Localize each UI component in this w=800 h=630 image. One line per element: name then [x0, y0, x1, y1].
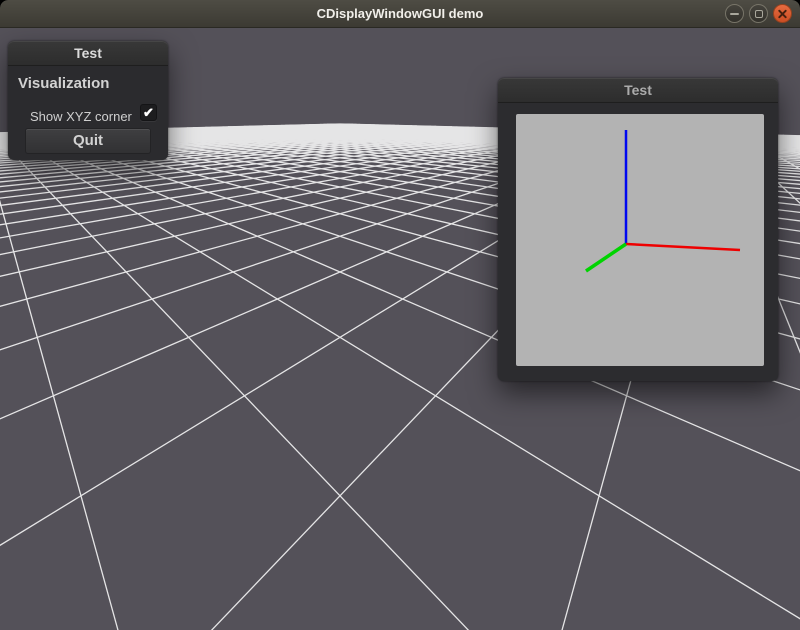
visualization-section-label: Visualization: [18, 75, 109, 92]
control-panel-header[interactable]: Test: [8, 41, 168, 66]
show-xyz-corner-checkbox[interactable]: ✔: [140, 104, 157, 121]
titlebar[interactable]: CDisplayWindowGUI demo: [0, 0, 800, 28]
maximize-button[interactable]: [749, 4, 768, 23]
y-axis-green: [586, 244, 626, 271]
test-subwindow-header[interactable]: Test: [498, 78, 778, 103]
x-axis-red: [626, 244, 740, 250]
window-title: CDisplayWindowGUI demo: [0, 0, 800, 28]
close-icon: [777, 8, 788, 19]
show-xyz-corner-label: Show XYZ corner: [30, 109, 132, 124]
xyz-axes: [516, 114, 764, 366]
quit-button[interactable]: Quit: [25, 128, 151, 154]
3d-viewport[interactable]: Test Visualization Show XYZ corner ✔ Qui…: [0, 28, 800, 630]
window-controls: [725, 4, 792, 23]
quit-button-label: Quit: [73, 132, 103, 149]
axes-3d-canvas[interactable]: [516, 114, 764, 366]
test-subwindow: Test: [498, 78, 778, 381]
control-panel-title: Test: [74, 45, 102, 61]
minimize-icon: [730, 13, 739, 15]
minimize-button[interactable]: [725, 4, 744, 23]
test-subwindow-title: Test: [624, 82, 652, 98]
checkmark-icon: ✔: [143, 105, 154, 120]
control-panel: Test Visualization Show XYZ corner ✔ Qui…: [8, 41, 168, 160]
close-button[interactable]: [773, 4, 792, 23]
app-window: CDisplayWindowGUI demo Test Visualizatio…: [0, 0, 800, 630]
maximize-icon: [755, 10, 763, 18]
